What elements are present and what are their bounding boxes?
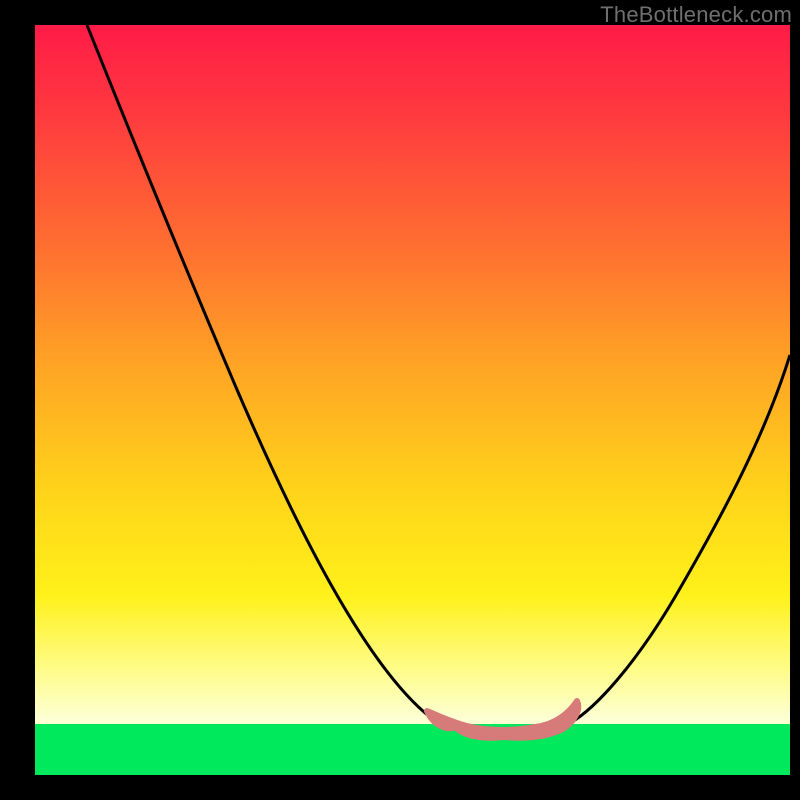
bottleneck-curve (35, 25, 790, 775)
chart-frame: TheBottleneck.com (0, 0, 800, 800)
curve-path (87, 25, 790, 734)
highlight-region (427, 701, 578, 738)
plot-area (35, 25, 790, 775)
